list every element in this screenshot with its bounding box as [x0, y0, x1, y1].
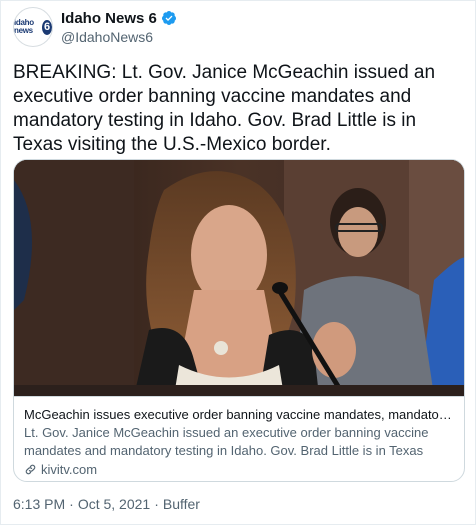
news-photo-illustration — [14, 160, 464, 396]
footer-separator: · — [154, 496, 159, 512]
tweet-text: BREAKING: Lt. Gov. Janice McGeachin issu… — [13, 62, 436, 155]
footer-separator: · — [69, 496, 74, 512]
account-handle[interactable]: @IdahoNews6 — [61, 29, 177, 45]
name-row: Idaho News 6 — [61, 10, 177, 27]
link-icon — [25, 464, 36, 475]
card-meta: McGeachin issues executive order banning… — [14, 396, 464, 481]
card-description: Lt. Gov. Janice McGeachin issued an exec… — [24, 425, 429, 458]
card-title[interactable]: McGeachin issues executive order banning… — [24, 406, 456, 424]
tweet: idaho news 6 Idaho News 6 @IdahoNews6 BR… — [0, 0, 476, 525]
display-name[interactable]: Idaho News 6 — [61, 10, 157, 27]
tweet-footer: 6:13 PM · Oct 5, 2021 · Buffer — [13, 496, 200, 512]
card-image[interactable] — [14, 160, 464, 396]
account-names: Idaho News 6 @IdahoNews6 — [61, 10, 177, 45]
tweet-header: idaho news 6 Idaho News 6 @IdahoNews6 — [13, 7, 177, 47]
logo-text: idaho news — [14, 18, 34, 35]
verified-badge-icon — [161, 11, 176, 25]
logo-number: 6 — [42, 19, 52, 35]
avatar[interactable]: idaho news 6 — [13, 7, 53, 47]
tweet-source[interactable]: Buffer — [163, 496, 200, 512]
tweet-time[interactable]: 6:13 PM — [13, 496, 65, 512]
idaho-news-logo: idaho news 6 — [14, 19, 52, 35]
card-domain[interactable]: kivitv.com — [41, 462, 97, 477]
tweet-date[interactable]: Oct 5, 2021 — [78, 496, 150, 512]
link-card[interactable]: McGeachin issues executive order banning… — [13, 159, 465, 482]
card-domain-row: kivitv.com — [24, 462, 456, 477]
